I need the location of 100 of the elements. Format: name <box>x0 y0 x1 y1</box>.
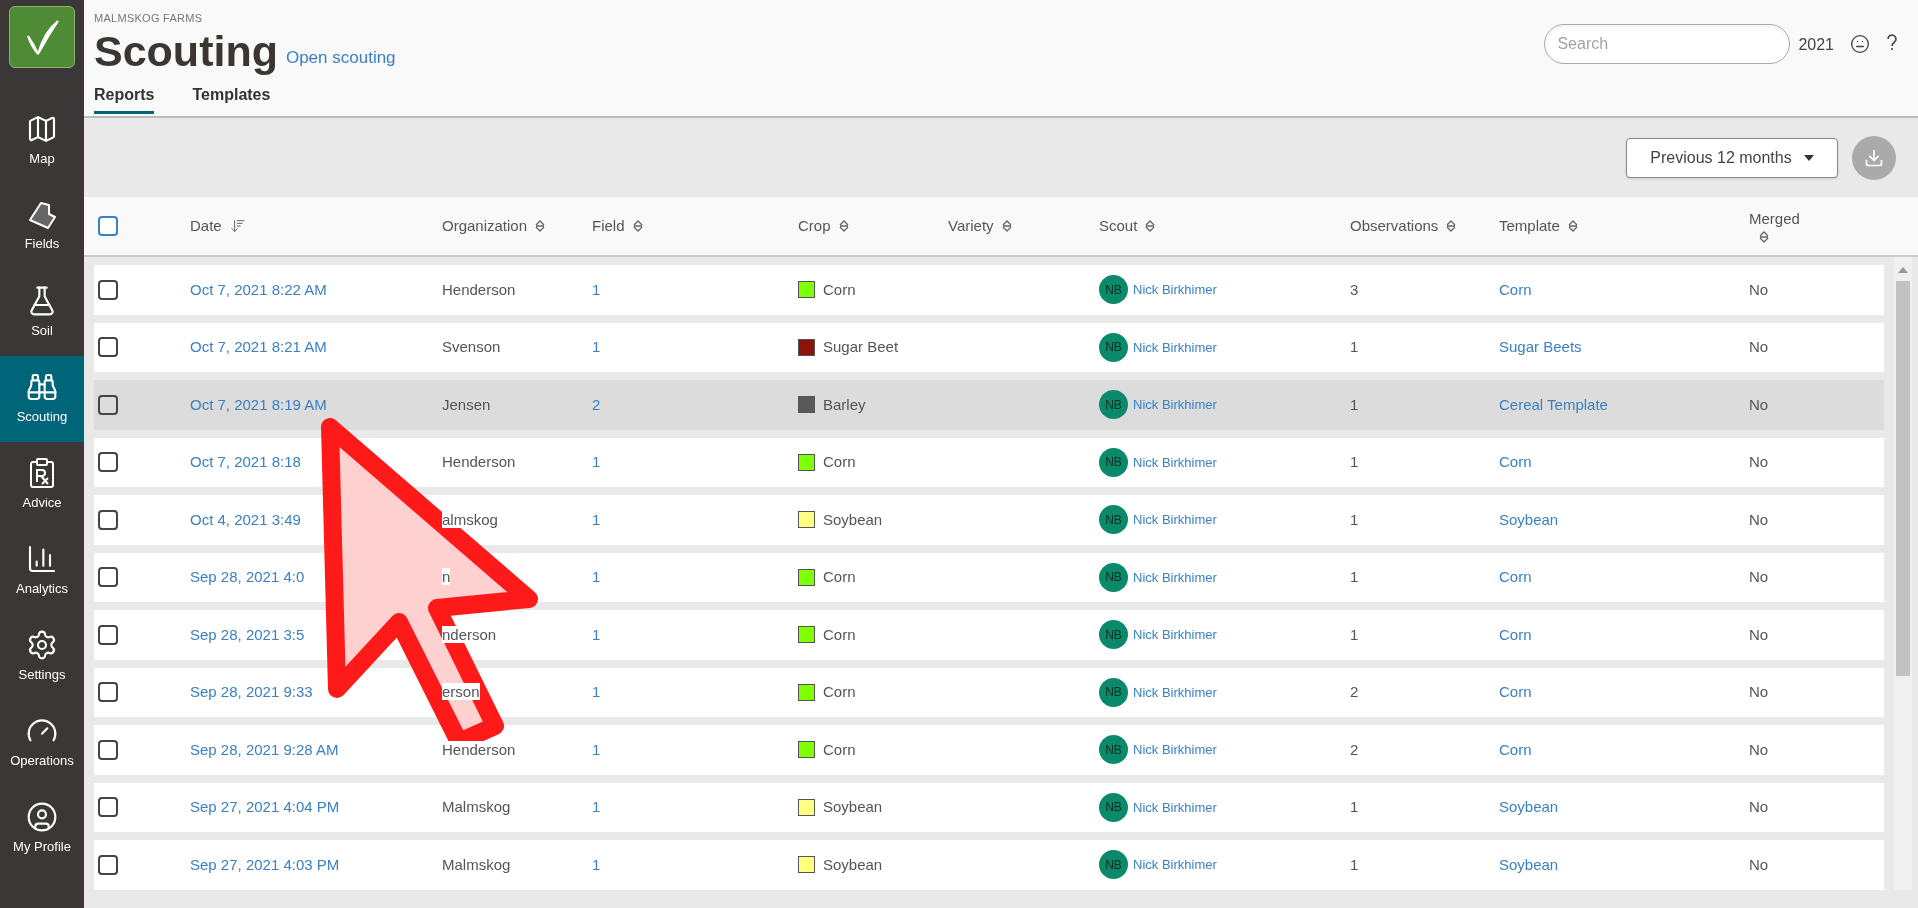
column-header[interactable]: Organization <box>442 214 528 238</box>
template-link[interactable]: Soybean <box>1499 798 1559 815</box>
column-header[interactable]: Date <box>190 214 222 238</box>
sort-icon[interactable] <box>838 219 849 233</box>
column-header[interactable]: Variety <box>948 214 994 238</box>
sidebar-item[interactable]: Analytics <box>0 528 84 614</box>
row-checkbox[interactable] <box>98 394 118 415</box>
field-link[interactable]: 1 <box>592 453 601 470</box>
period-dropdown[interactable]: Previous 12 months <box>1626 137 1838 178</box>
tab[interactable]: Templates <box>192 82 271 114</box>
template-link[interactable]: Soybean <box>1499 855 1559 873</box>
table-row[interactable]: Oct 4, 2021 3:49 almskog 1 Soybean NB Nick Birkhimer 1 Soybean No <box>94 495 1884 545</box>
sort-icon[interactable] <box>535 219 546 233</box>
row-checkbox[interactable] <box>98 854 118 875</box>
observations-cell: 1 <box>1350 625 1359 643</box>
scout-link[interactable]: Nick Birkhimer <box>1133 452 1217 472</box>
sidebar-item[interactable]: Operations <box>0 700 84 786</box>
column-header[interactable]: Scout <box>1099 214 1138 238</box>
field-link[interactable]: 2 <box>592 395 601 413</box>
sidebar-item[interactable]: Map <box>0 98 84 184</box>
table-row[interactable]: Sep 27, 2021 4:03 PM Malmskog 1 Soybean NB Nick Birkhimer 1 Soybean No <box>94 840 1884 890</box>
column-header[interactable]: Template <box>1499 214 1560 238</box>
column-header[interactable]: Crop <box>798 214 831 238</box>
field-link[interactable]: 1 <box>592 510 601 528</box>
organization-cell: Henderson <box>442 453 516 470</box>
face-icon[interactable] <box>1850 34 1870 54</box>
sort-icon[interactable] <box>632 219 643 233</box>
row-checkbox[interactable] <box>98 567 118 588</box>
row-checkbox[interactable] <box>98 337 118 358</box>
scroll-thumb[interactable] <box>1896 281 1910 676</box>
template-link[interactable]: Corn <box>1499 280 1532 298</box>
row-checkbox[interactable] <box>98 797 118 818</box>
field-link[interactable]: 1 <box>592 798 601 815</box>
template-link[interactable]: Cereal Template <box>1499 395 1608 413</box>
search-field[interactable]: Search <box>1544 24 1791 64</box>
table-row[interactable]: Oct 7, 2021 8:21 AM Svenson 1 Sugar Beet NB Nick Birkhimer 1 Sugar Beets No <box>94 322 1884 372</box>
row-checkbox[interactable] <box>98 279 118 300</box>
table-row[interactable]: Sep 27, 2021 4:04 PM Malmskog 1 Soybean NB Nick Birkhimer 1 Soybean No <box>94 782 1884 832</box>
field-link[interactable]: 1 <box>592 625 601 643</box>
scout-link[interactable]: Nick Birkhimer <box>1133 855 1217 875</box>
template-link[interactable]: Soybean <box>1499 510 1559 528</box>
sort-icon[interactable] <box>1567 219 1578 233</box>
open-scouting-link[interactable]: Open scouting <box>285 45 396 71</box>
template-link[interactable]: Corn <box>1499 683 1532 700</box>
table-row[interactable]: Sep 28, 2021 9:28 AM Henderson 1 Corn NB Nick Birkhimer 2 Corn No <box>94 725 1884 775</box>
scout-link[interactable]: Nick Birkhimer <box>1133 625 1217 645</box>
field-link[interactable]: 1 <box>592 280 601 298</box>
scout-link[interactable]: Nick Birkhimer <box>1133 510 1217 530</box>
sidebar-item[interactable]: Soil <box>0 270 84 356</box>
sort-icon[interactable] <box>1759 230 1769 245</box>
template-link[interactable]: Corn <box>1499 625 1532 643</box>
scout-link[interactable]: Nick Birkhimer <box>1133 797 1217 817</box>
sort-icon[interactable] <box>1001 219 1012 233</box>
logo[interactable] <box>9 6 75 68</box>
sidebar-item[interactable]: Fields <box>0 184 84 270</box>
template-link[interactable]: Corn <box>1499 740 1532 758</box>
merged-cell: No <box>1749 568 1769 585</box>
table-row[interactable]: Oct 7, 2021 8:18 Henderson 1 Corn NB Nick Birkhimer 1 Corn No <box>94 437 1884 487</box>
scout-link[interactable]: Nick Birkhimer <box>1133 682 1217 702</box>
table-row[interactable]: Oct 7, 2021 8:22 AM Henderson 1 Corn NB Nick Birkhimer 3 Corn No <box>94 265 1884 315</box>
field-link[interactable]: 1 <box>592 338 601 355</box>
template-link[interactable]: Sugar Beets <box>1499 338 1582 355</box>
field-link[interactable]: 1 <box>592 855 601 873</box>
sidebar-item[interactable]: Settings <box>0 614 84 700</box>
scout-avatar: NB <box>1099 620 1128 650</box>
row-checkbox[interactable] <box>98 452 118 473</box>
table-row[interactable]: Sep 28, 2021 3:5 nderson 1 Corn NB Nick Birkhimer 1 Corn No <box>94 610 1884 660</box>
table-row[interactable]: Oct 7, 2021 8:19 AM Jensen 2 Barley NB Nick Birkhimer 1 Cereal Template No <box>94 380 1884 430</box>
observations-cell: 2 <box>1350 740 1359 758</box>
select-all-checkbox[interactable] <box>98 216 118 236</box>
scout-link[interactable]: Nick Birkhimer <box>1133 740 1217 760</box>
template-link[interactable]: Corn <box>1499 568 1532 585</box>
sort-icon[interactable] <box>1145 219 1156 233</box>
row-checkbox[interactable] <box>98 682 118 703</box>
sidebar-item[interactable]: Scouting <box>0 356 84 442</box>
tab[interactable]: Reports <box>94 82 155 114</box>
scrollbar[interactable] <box>1894 257 1912 890</box>
scout-link[interactable]: Nick Birkhimer <box>1133 567 1217 587</box>
column-header[interactable]: Merged <box>1749 207 1800 231</box>
sidebar-item[interactable]: My Profile <box>0 786 84 872</box>
row-checkbox[interactable] <box>98 739 118 760</box>
observations-cell: 1 <box>1350 798 1359 815</box>
scout-link[interactable]: Nick Birkhimer <box>1133 395 1217 415</box>
crop-cell-text: Sugar Beet <box>823 337 899 357</box>
sidebar-item[interactable]: Advice <box>0 442 84 528</box>
scout-link[interactable]: Nick Birkhimer <box>1133 337 1217 357</box>
row-checkbox[interactable] <box>98 624 118 645</box>
field-link[interactable]: 1 <box>592 683 601 700</box>
template-link[interactable]: Corn <box>1499 453 1532 470</box>
column-header[interactable]: Observations <box>1350 214 1439 238</box>
help-icon[interactable] <box>1886 34 1898 52</box>
row-checkbox[interactable] <box>98 509 118 530</box>
scout-link[interactable]: Nick Birkhimer <box>1133 280 1217 300</box>
field-link[interactable]: 1 <box>592 740 601 758</box>
column-header[interactable]: Field <box>592 214 625 238</box>
field-link[interactable]: 1 <box>592 568 601 585</box>
download-icon <box>1864 147 1884 168</box>
sort-icon[interactable] <box>1446 219 1457 233</box>
table-row[interactable]: Sep 28, 2021 9:33 erson 1 Corn NB Nick Birkhimer 2 Corn No <box>94 667 1884 717</box>
sort-descending-icon[interactable] <box>229 218 246 234</box>
